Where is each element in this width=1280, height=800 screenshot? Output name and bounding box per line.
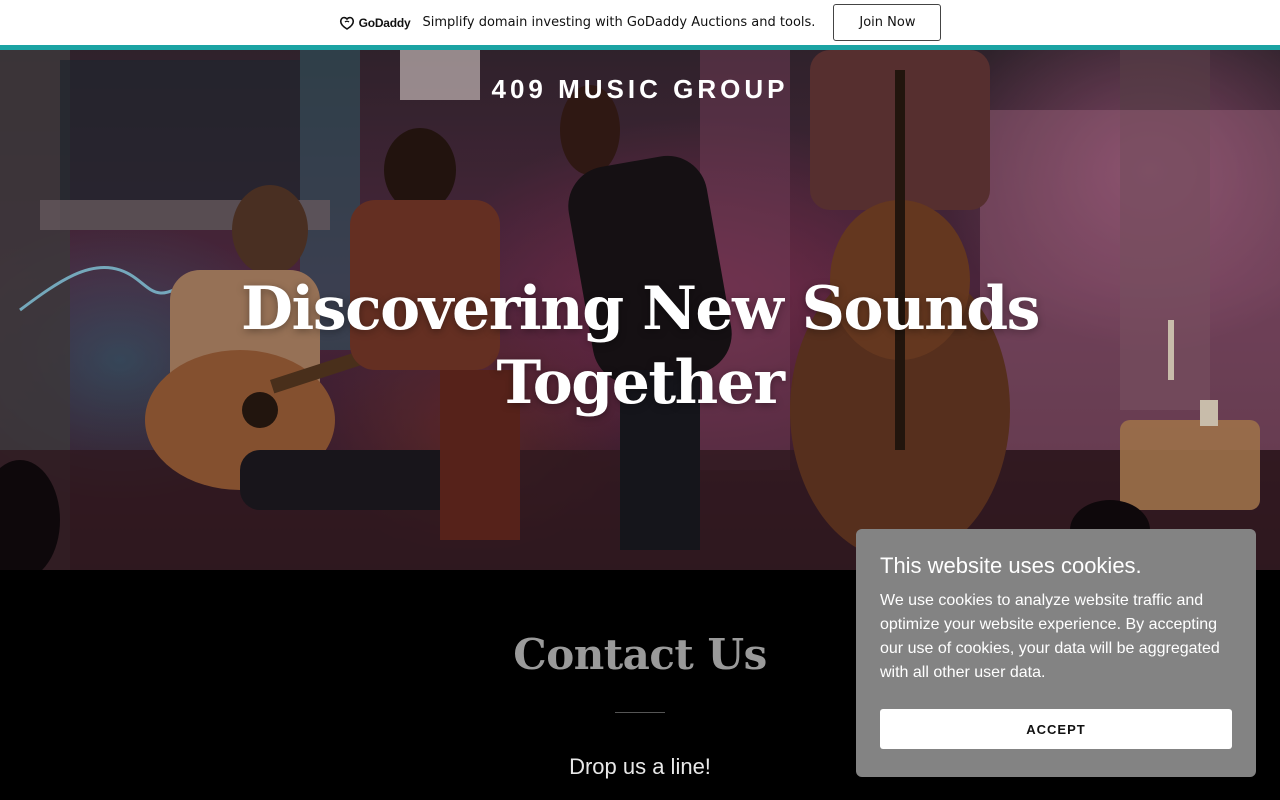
hero-headline: Discovering New Sounds Together — [241, 274, 1040, 418]
cookie-banner-title: This website uses cookies. — [880, 553, 1142, 578]
cookie-banner-body: We use cookies to analyze website traffi… — [880, 592, 1220, 681]
join-now-button[interactable]: Join Now — [833, 4, 942, 41]
accept-cookies-button[interactable]: ACCEPT — [880, 709, 1232, 749]
site-brand[interactable]: 409 MUSIC GROUP — [0, 74, 1280, 105]
godaddy-logo[interactable]: GoDaddy — [339, 16, 411, 30]
cookie-banner: This website uses cookies. We use cookie… — [856, 529, 1256, 777]
promo-banner: GoDaddy Simplify domain investing with G… — [0, 0, 1280, 45]
promo-message: Simplify domain investing with GoDaddy A… — [422, 15, 816, 30]
godaddy-icon — [339, 16, 354, 30]
section-divider — [615, 712, 665, 713]
godaddy-logo-text: GoDaddy — [358, 15, 411, 30]
hero-section: 409 MUSIC GROUP Discovering New Sounds T… — [0, 50, 1280, 570]
